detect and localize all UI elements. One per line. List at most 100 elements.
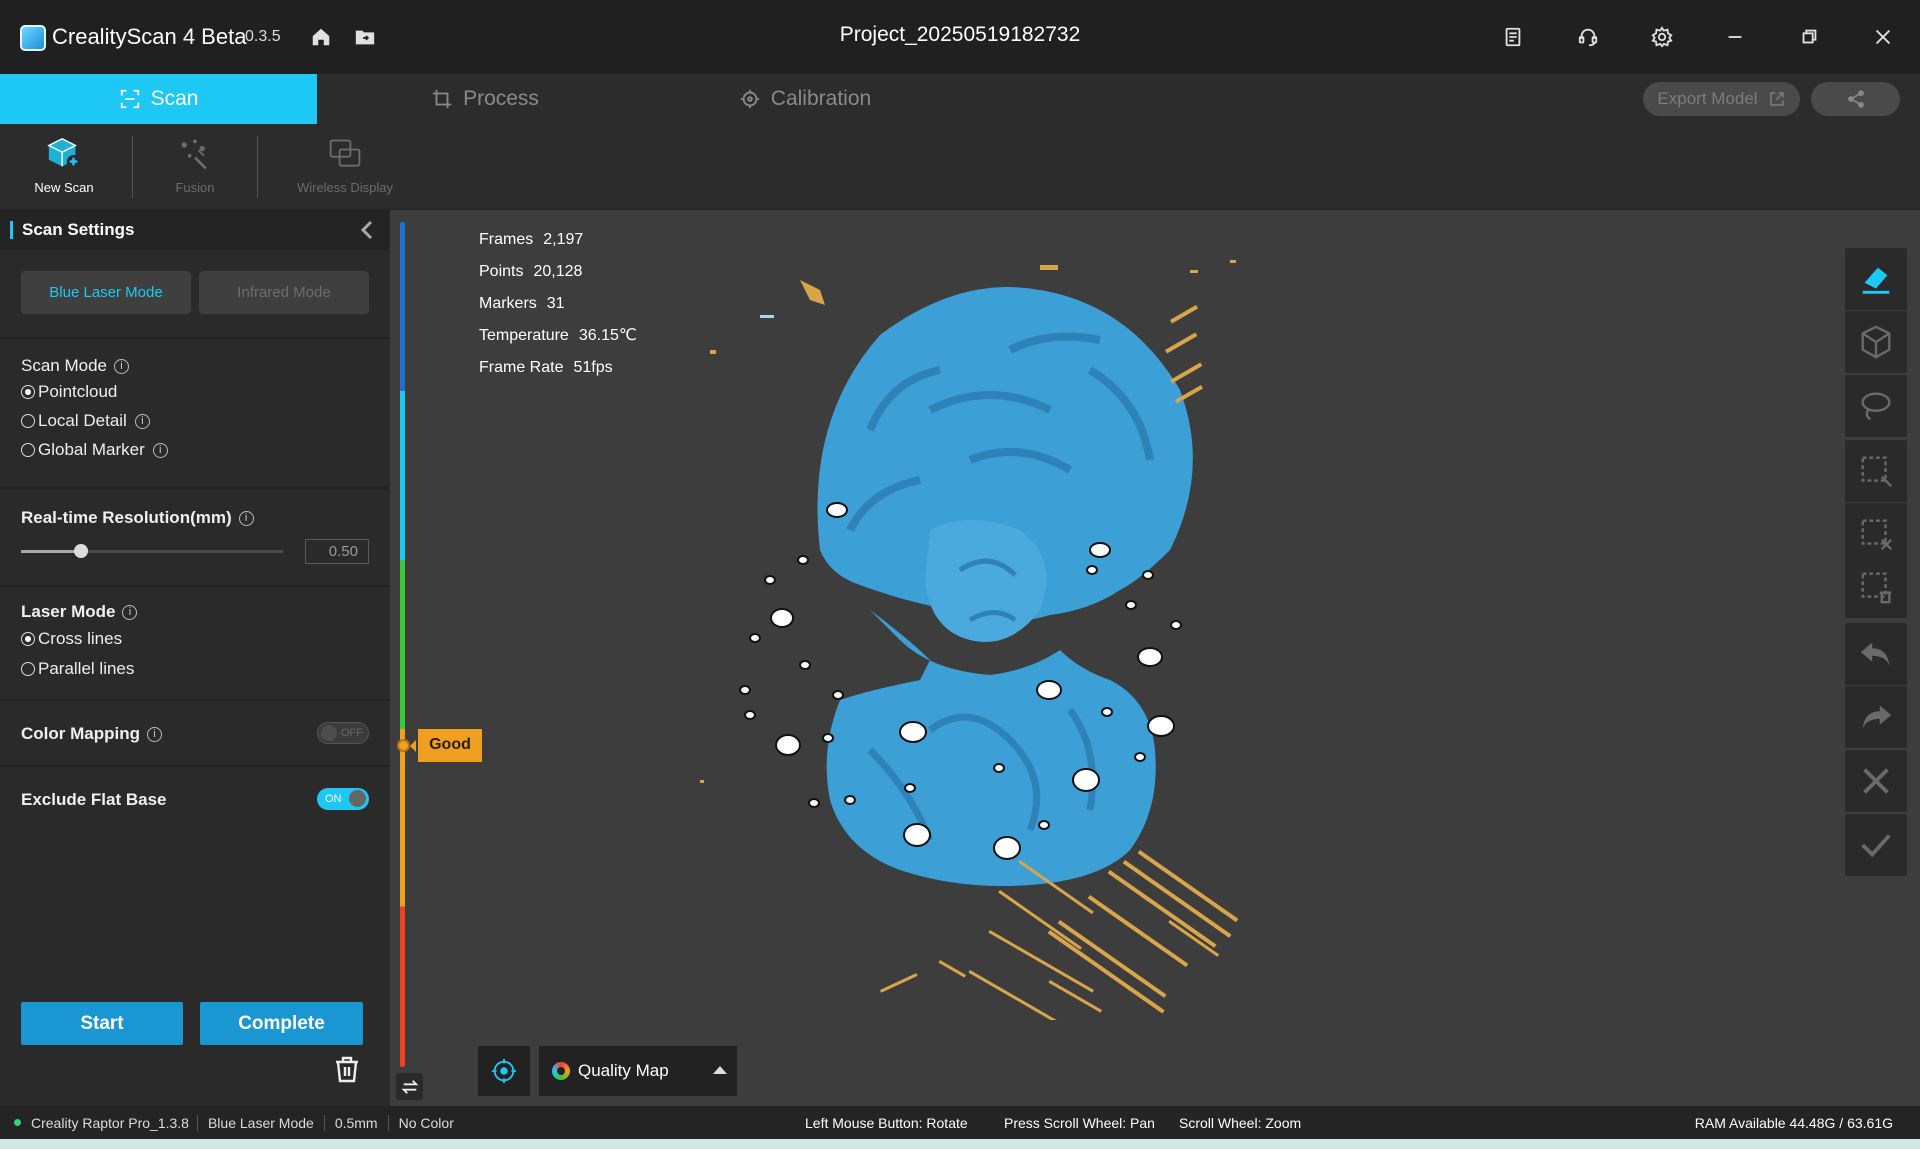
eraser-tool-button[interactable] — [1845, 248, 1907, 310]
color-mapping-toggle[interactable]: OFF — [317, 722, 369, 744]
folder-icon[interactable] — [352, 24, 378, 50]
scan-settings-panel: Scan Settings Blue Laser Mode Infrared M… — [0, 210, 390, 1106]
radio-parallel-lines[interactable]: Parallel lines — [21, 659, 134, 679]
tab-label: Process — [463, 87, 539, 110]
start-button[interactable]: Start — [21, 1002, 183, 1045]
toolbar-divider — [257, 136, 258, 198]
resolution-value-field[interactable]: 0.50 — [305, 539, 369, 564]
share-icon — [1847, 90, 1864, 108]
wireless-display-button[interactable]: Wireless Display — [290, 134, 400, 195]
radio-selected-icon — [21, 385, 35, 399]
toggle-knob — [321, 725, 337, 741]
redo-icon — [1862, 705, 1892, 729]
tab-calibration[interactable]: Calibration — [700, 74, 910, 124]
restore-icon[interactable] — [1796, 24, 1822, 50]
scan-viewport[interactable]: Good Frames 2,197 Points 20,128 Markers 31 … — [390, 210, 1920, 1106]
info-icon[interactable]: i — [114, 358, 129, 374]
radio-cross-lines[interactable]: Cross lines — [21, 629, 122, 649]
stat-value: 36.15℃ — [578, 327, 637, 344]
section-divider — [0, 699, 390, 701]
stat-markers: Markers 31 — [479, 288, 637, 320]
infrared-mode-button[interactable]: Infrared Mode — [199, 271, 369, 314]
info-icon[interactable]: i — [238, 510, 254, 526]
share-button[interactable] — [1811, 82, 1900, 116]
hint-pan: Press Scroll Wheel: Pan — [1004, 1115, 1155, 1131]
tab-label: Scan — [150, 87, 199, 110]
cancel-icon — [1863, 768, 1889, 794]
radio-unselected-icon — [21, 414, 35, 428]
redo-button[interactable] — [1845, 686, 1907, 748]
slider-handle[interactable] — [74, 544, 89, 558]
radio-global-marker[interactable]: Global Marker i — [21, 440, 168, 460]
color-mapping-title: Color Mapping i — [21, 724, 162, 744]
section-title: Scan Mode — [21, 356, 107, 375]
stat-label: Points — [479, 263, 524, 280]
toggle-state: ON — [325, 793, 342, 805]
home-icon[interactable] — [308, 24, 334, 50]
main-tabs: Scan Process Calibration Export Model — [0, 74, 1920, 124]
project-title: Project_20250519182732 — [839, 23, 1081, 46]
radio-label: Cross lines — [38, 629, 123, 648]
trash-icon[interactable] — [334, 1054, 360, 1084]
notes-icon[interactable] — [1500, 24, 1526, 50]
status-bar: Creality Raptor Pro_1.3.8 Blue Laser Mod… — [0, 1106, 1920, 1139]
info-icon[interactable]: i — [122, 604, 138, 620]
box-select-icon — [1861, 456, 1893, 488]
resolution-slider[interactable] — [21, 544, 283, 558]
confirm-button[interactable] — [1845, 814, 1907, 876]
view-mode-dropdown[interactable]: Quality Map — [539, 1046, 737, 1096]
info-icon[interactable]: i — [146, 726, 162, 742]
cancel-button[interactable] — [1845, 750, 1907, 812]
quality-indicator — [397, 738, 410, 752]
new-scan-button[interactable]: New Scan — [24, 134, 104, 195]
export-model-button[interactable]: Export Model — [1643, 82, 1800, 116]
stat-points: Points 20,128 — [479, 256, 637, 288]
confirm-icon — [1861, 834, 1891, 858]
device-name: Creality Raptor Pro_1.3.8 — [31, 1114, 189, 1131]
fusion-button[interactable]: Fusion — [155, 134, 235, 195]
device-status: Creality Raptor Pro_1.3.8 — [0, 1115, 197, 1131]
undo-button[interactable] — [1845, 623, 1907, 685]
radio-pointcloud[interactable]: Pointcloud — [21, 382, 117, 402]
delete-selection-icon — [1861, 572, 1892, 604]
section-divider — [0, 487, 390, 489]
collapse-panel-icon[interactable] — [358, 220, 376, 240]
title-bar: CrealityScan 4 Beta 0.3.5 Project_202505… — [0, 0, 1920, 74]
section-title: Color Mapping — [21, 724, 140, 743]
info-icon[interactable]: i — [152, 442, 168, 458]
stat-label: Frame Rate — [479, 359, 564, 376]
scan-model-view — [700, 260, 1239, 1020]
stat-temperature: Temperature 36.15℃ — [479, 320, 637, 352]
caret-up-icon — [713, 1066, 727, 1074]
exclude-flat-base-toggle[interactable]: ON — [317, 788, 369, 810]
undo-icon — [1860, 642, 1890, 666]
complete-button[interactable]: Complete — [200, 1002, 363, 1045]
stat-value: 20,128 — [533, 263, 583, 280]
quality-map-icon — [552, 1062, 570, 1080]
radio-selected-icon — [21, 632, 35, 646]
swap-button[interactable] — [396, 1073, 423, 1100]
target-icon — [491, 1058, 517, 1084]
app-logo-icon — [20, 25, 46, 51]
tab-process[interactable]: Process — [380, 74, 590, 124]
blue-laser-mode-button[interactable]: Blue Laser Mode — [21, 271, 191, 314]
box-select-button[interactable] — [1845, 440, 1907, 502]
delete-selection-button[interactable] — [1845, 556, 1907, 618]
header-accent — [10, 221, 13, 239]
section-divider — [0, 337, 390, 339]
close-icon[interactable] — [1870, 24, 1896, 50]
settings-icon[interactable] — [1649, 24, 1675, 50]
status-resolution: 0.5mm — [323, 1114, 388, 1131]
recenter-button[interactable] — [478, 1046, 530, 1096]
toolbar-divider — [132, 136, 133, 198]
tab-scan[interactable]: Scan — [0, 74, 317, 124]
radio-local-detail[interactable]: Local Detail i — [21, 411, 150, 431]
lasso-tool-button[interactable] — [1845, 375, 1907, 437]
model-view-button[interactable] — [1845, 311, 1907, 373]
support-icon[interactable] — [1575, 24, 1601, 50]
slider-fill — [21, 550, 82, 553]
info-icon[interactable]: i — [134, 413, 150, 429]
minimize-icon[interactable] — [1722, 24, 1748, 50]
app-version: 0.3.5 — [245, 28, 281, 45]
ram-available: RAM Available 44.48G / 63.61G — [1694, 1115, 1893, 1131]
